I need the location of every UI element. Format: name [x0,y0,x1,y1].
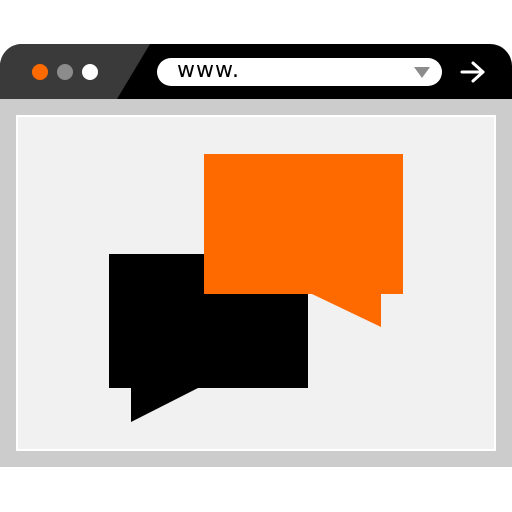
address-bar[interactable]: www. [157,58,442,86]
chevron-down-icon[interactable] [414,67,430,78]
page-viewport [16,115,496,451]
address-text: www. [177,58,240,83]
browser-illustration: www. [0,0,512,512]
content-frame [0,99,512,467]
close-dot[interactable] [32,64,48,80]
maximize-dot[interactable] [82,64,98,80]
title-bar: www. [0,44,512,99]
browser-window: www. [0,44,512,467]
minimize-dot[interactable] [57,64,73,80]
go-button[interactable] [458,58,488,86]
window-controls-area [0,44,150,99]
arrow-right-icon [460,61,485,83]
